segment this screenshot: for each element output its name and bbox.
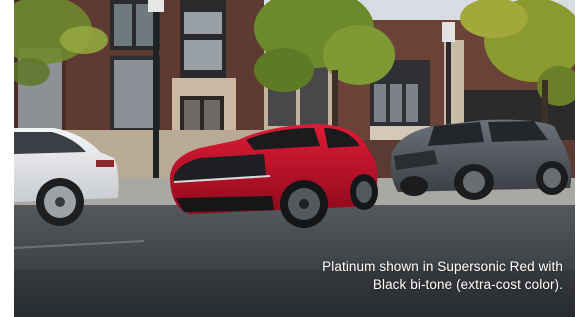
gray-suv: [390, 119, 572, 200]
caption-line-1: Platinum shown in Supersonic Red with: [322, 259, 563, 274]
photo-caption: Platinum shown in Supersonic Red with Bl…: [233, 258, 563, 294]
caption-line-2: Black bi-tone (extra-cost color).: [372, 277, 563, 292]
